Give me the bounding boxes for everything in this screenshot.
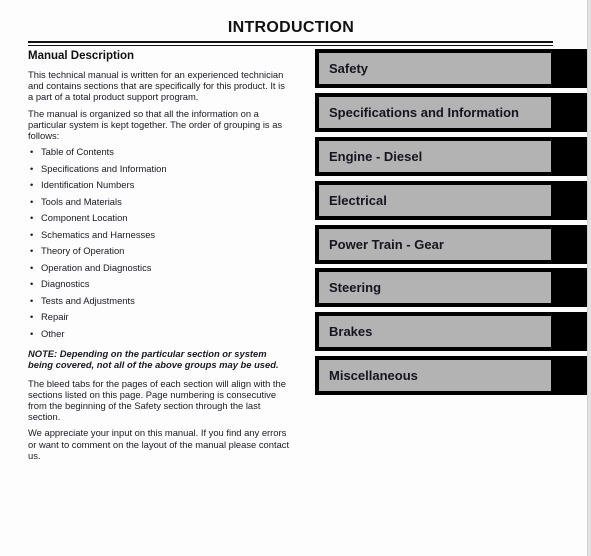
list-item-label: Specifications and Information [41, 162, 167, 174]
bullet-icon: • [30, 311, 34, 323]
tab-panel: Brakes [319, 316, 551, 348]
list-item-label: Diagnostics [41, 278, 90, 290]
section-tab-safety[interactable]: Safety [315, 49, 587, 88]
tab-label: Electrical [329, 192, 387, 208]
bullet-icon: • [30, 261, 34, 273]
list-item: • Table of Contents [28, 146, 290, 163]
list-item-label: Theory of Operation [41, 245, 125, 257]
list-item: • Identification Numbers [28, 179, 290, 196]
list-item: • Diagnostics [28, 278, 290, 295]
section-heading: Manual Description [28, 50, 135, 62]
list-item-label: Table of Contents [41, 146, 114, 158]
section-tab-steering[interactable]: Steering [315, 268, 587, 308]
title-double-rule [28, 41, 553, 46]
list-item-label: Tools and Materials [41, 195, 122, 207]
section-tab-brakes[interactable]: Brakes [315, 312, 587, 352]
section-tab-electrical[interactable]: Electrical [315, 180, 587, 220]
page-title: INTRODUCTION [227, 19, 355, 36]
feedback-paragraph: We appreciate your input on this manual.… [28, 427, 290, 461]
list-item: • Operation and Diagnostics [28, 262, 290, 279]
scrollbar[interactable] [587, 0, 591, 556]
list-item-label: Schematics and Harnesses [41, 228, 156, 240]
tab-panel: Electrical [319, 184, 551, 216]
tab-panel: Engine - Diesel [319, 140, 551, 172]
list-item: • Tools and Materials [28, 196, 290, 213]
note-text: NOTE: Depending on the particular sectio… [28, 348, 279, 371]
bullet-icon: • [30, 327, 34, 339]
bullet-icon: • [30, 245, 34, 257]
group-list: • Table of Contents • Specifications and I… [28, 146, 290, 344]
list-item-label: Identification Numbers [41, 179, 135, 191]
tab-label: Specifications and Information [329, 104, 519, 120]
tab-label: Steering [329, 280, 382, 296]
tab-panel: Power Train - Gear [319, 228, 551, 260]
tab-panel: Safety [319, 53, 551, 84]
list-item: • Specifications and Information [28, 163, 290, 180]
section-tabs: Safety Specifications and Information En… [315, 49, 587, 400]
tab-label: Brakes [329, 324, 373, 340]
list-item: • Repair [28, 311, 290, 328]
section-tab-specifications[interactable]: Specifications and Information [315, 92, 587, 132]
section-tab-engine[interactable]: Engine - Diesel [315, 136, 587, 176]
bullet-icon: • [30, 294, 34, 306]
tab-panel: Miscellaneous [319, 360, 551, 392]
list-item-label: Repair [41, 311, 69, 323]
tab-panel: Steering [319, 272, 551, 304]
bullet-icon: • [30, 278, 34, 290]
section-tab-power-train[interactable]: Power Train - Gear [315, 224, 587, 264]
tab-label: Engine - Diesel [329, 148, 423, 164]
list-item: • Other [28, 328, 290, 345]
list-item: • Tests and Adjustments [28, 295, 290, 312]
bullet-icon: • [30, 162, 34, 174]
bullet-icon: • [30, 228, 34, 240]
tab-panel: Specifications and Information [319, 96, 551, 128]
bullet-icon: • [30, 146, 34, 158]
bullet-icon: • [30, 212, 34, 224]
organization-paragraph: The manual is organized so that all the … [28, 107, 283, 142]
list-item: • Schematics and Harnesses [28, 229, 290, 246]
intro-paragraph: This technical manual is written for an … [28, 69, 285, 103]
list-item-label: Other [41, 327, 65, 339]
tab-label: Safety [329, 61, 369, 76]
bullet-icon: • [30, 195, 34, 207]
list-item: • Theory of Operation [28, 245, 290, 262]
bullet-icon: • [30, 179, 34, 191]
list-item-label: Operation and Diagnostics [41, 261, 152, 273]
list-item-label: Component Location [41, 212, 128, 224]
tab-label: Power Train - Gear [329, 236, 444, 252]
manual-description-column: Manual Description This technical manual… [28, 49, 290, 466]
bleed-tabs-paragraph: The bleed tabs for the pages of each sec… [28, 377, 286, 423]
section-tab-miscellaneous[interactable]: Miscellaneous [315, 356, 587, 396]
list-item: • Component Location [28, 212, 290, 229]
list-item-label: Tests and Adjustments [41, 294, 135, 306]
tab-label: Miscellaneous [329, 368, 418, 384]
